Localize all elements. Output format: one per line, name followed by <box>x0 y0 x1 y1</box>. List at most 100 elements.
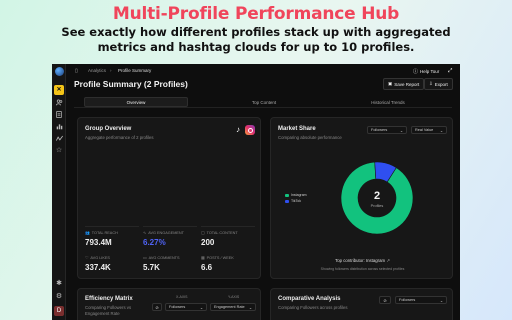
chevron-down-icon: ⌄ <box>399 128 403 133</box>
pulse-icon: ∿ <box>143 231 147 235</box>
topbar: ▯ Analytics › Profile Summary ⓘ Help Tou… <box>66 64 460 78</box>
settings-icon[interactable]: ⚙ <box>54 291 64 301</box>
metric-value: 6.6 <box>201 263 213 272</box>
document-icon[interactable] <box>54 109 64 119</box>
visibility-toggle[interactable]: ⊘ <box>152 303 162 311</box>
comparative-title: Comparative Analysis <box>278 296 341 302</box>
metric-value: 6.27% <box>143 238 166 247</box>
help-tour-label: Help Tour <box>420 69 440 74</box>
comparative-select-value: Followers <box>399 298 416 302</box>
group-overview-title: Group Overview <box>85 126 132 132</box>
legend-swatch <box>285 193 289 197</box>
group-overview-card: Group Overview Aggregate performance of … <box>77 117 261 279</box>
mode-select-value: Real Value <box>415 128 434 132</box>
comment-icon: ▭ <box>143 256 147 260</box>
image-icon: ▢ <box>201 231 205 235</box>
efficiency-subtitle: Comparing Followers vs Engagement Rate <box>85 305 132 316</box>
extension-icon[interactable]: ✕ <box>54 85 64 95</box>
metric-label: ▭ AVG COMMENTS <box>143 255 180 261</box>
metric-label: ▦ POSTS / WEEK <box>201 255 234 261</box>
help-icon: ⓘ <box>413 69 419 75</box>
star-icon[interactable]: ☆ <box>54 145 64 155</box>
trend-up-icon: ↗ <box>386 258 390 263</box>
chevron-down-icon: ⌄ <box>439 128 443 133</box>
export-icon: ⇩ <box>429 81 433 86</box>
market-share-card: Market Share Comparing absolute performa… <box>270 117 453 279</box>
metric-avg-engagement: ∿ AVG ENGAGEMENT 6.27% <box>143 226 197 256</box>
tab-overview[interactable]: Overview <box>84 97 188 107</box>
mode-select[interactable]: Real Value ⌄ <box>411 126 447 134</box>
metric-label: ∿ AVG ENGAGEMENT <box>143 230 184 236</box>
fullscreen-icon[interactable]: ⤢ <box>448 67 452 76</box>
breadcrumb-current: Profile Summary <box>118 68 152 73</box>
donut-center-value: 2 <box>374 190 380 202</box>
market-share-title: Market Share <box>278 126 316 132</box>
legend-swatch <box>285 199 289 203</box>
market-share-subtitle: Comparing absolute performance <box>278 135 342 140</box>
group-overview-subtitle: Aggregate performance of 2 profiles <box>85 135 154 140</box>
y-axis-select[interactable]: Engagement Rate ⌄ <box>210 303 256 311</box>
efficiency-matrix-card: Efficiency Matrix Comparing Followers vs… <box>77 288 261 320</box>
help-tour-button[interactable]: ⓘ Help Tour <box>413 67 439 76</box>
legend-item-instagram: Instagram <box>285 193 307 197</box>
x-axis-select[interactable]: Followers ⌄ <box>165 303 207 311</box>
visibility-toggle[interactable]: ⊘ <box>379 296 391 304</box>
metric-total-content: ▢ TOTAL CONTENT 200 <box>201 226 255 256</box>
metric-select-value: Followers <box>371 128 388 132</box>
logo-icon[interactable] <box>54 67 64 76</box>
chevron-down-icon: ⌄ <box>248 305 252 310</box>
panel-toggle-icon[interactable]: ▯ <box>75 68 78 74</box>
chevron-down-icon: ⌄ <box>439 298 443 303</box>
export-button[interactable]: ⇩ Export <box>424 78 453 90</box>
eye-off-icon: ⊘ <box>155 305 159 310</box>
bug-icon[interactable]: ✱ <box>54 278 64 288</box>
metric-avg-likes: ♡ AVG LIKES 337.4K <box>85 255 139 281</box>
metric-label: 👥 TOTAL REACH <box>85 230 118 236</box>
legend-item-tiktok: TikTok <box>285 199 301 203</box>
comparative-metric-select[interactable]: Followers ⌄ <box>395 296 447 304</box>
top-contributor: Top contributor: Instagram ↗ <box>335 258 390 263</box>
export-label: Export <box>434 81 448 87</box>
donut-center-label: Profiles <box>371 204 384 208</box>
tab-top-content[interactable]: Top Content <box>212 97 316 107</box>
hero-title: Multi-Profile Performance Hub <box>112 4 400 24</box>
y-axis-select-value: Engagement Rate <box>214 305 245 309</box>
comparative-subtitle: Comparing Followers across profiles <box>278 305 348 310</box>
trend-icon[interactable] <box>54 133 64 143</box>
save-report-label: Save Report <box>394 81 420 87</box>
app-window: ✕ ☆ ✱ ⚙ D ▯ Analytics › Profile Summary … <box>52 64 460 320</box>
comparative-analysis-card: Comparative Analysis Comparing Followers… <box>270 288 453 320</box>
save-icon: ▣ <box>388 81 393 86</box>
breadcrumb-separator: › <box>110 68 112 73</box>
instagram-icon[interactable] <box>245 125 255 135</box>
metric-value: 337.4K <box>85 263 111 272</box>
x-axis-label: X-AXIS <box>176 295 188 299</box>
sidebar: ✕ ☆ ✱ ⚙ D <box>52 64 66 320</box>
eye-off-icon: ⊘ <box>383 298 387 303</box>
people-icon: 👥 <box>85 231 90 235</box>
save-report-button[interactable]: ▣ Save Report <box>383 78 425 90</box>
tab-bar: Overview Top Content Historical Trends <box>74 97 452 108</box>
hero-subtitle: See exactly how different profiles stack… <box>61 25 451 54</box>
breadcrumb-root[interactable]: Analytics <box>88 68 106 73</box>
y-axis-label: Y-AXIS <box>228 295 240 299</box>
calendar-icon: ▦ <box>201 256 205 260</box>
bar-chart-icon[interactable] <box>54 121 64 131</box>
metric-value: 793.4M <box>85 238 112 247</box>
metric-avg-comments: ▭ AVG COMMENTS 5.7K <box>143 255 197 281</box>
metric-select[interactable]: Followers ⌄ <box>367 126 407 134</box>
metric-posts-per-week: ▦ POSTS / WEEK 6.6 <box>201 255 255 281</box>
metric-label: ▢ TOTAL CONTENT <box>201 230 238 236</box>
metric-total-reach: 👥 TOTAL REACH 793.4M <box>85 226 139 256</box>
avatar[interactable]: D <box>54 306 64 316</box>
page-title: Profile Summary (2 Profiles) <box>74 79 188 89</box>
heart-icon: ♡ <box>85 256 89 260</box>
metric-label: ♡ AVG LIKES <box>85 255 110 261</box>
market-share-footnote: Showing followers distribution across se… <box>320 267 405 271</box>
chevron-down-icon: ⌄ <box>199 305 203 310</box>
people-icon[interactable] <box>54 97 64 107</box>
market-share-donut: 2 Profiles <box>340 161 414 235</box>
tab-historical-trends[interactable]: Historical Trends <box>336 97 440 107</box>
x-axis-select-value: Followers <box>169 305 186 309</box>
efficiency-title: Efficiency Matrix <box>85 296 133 302</box>
